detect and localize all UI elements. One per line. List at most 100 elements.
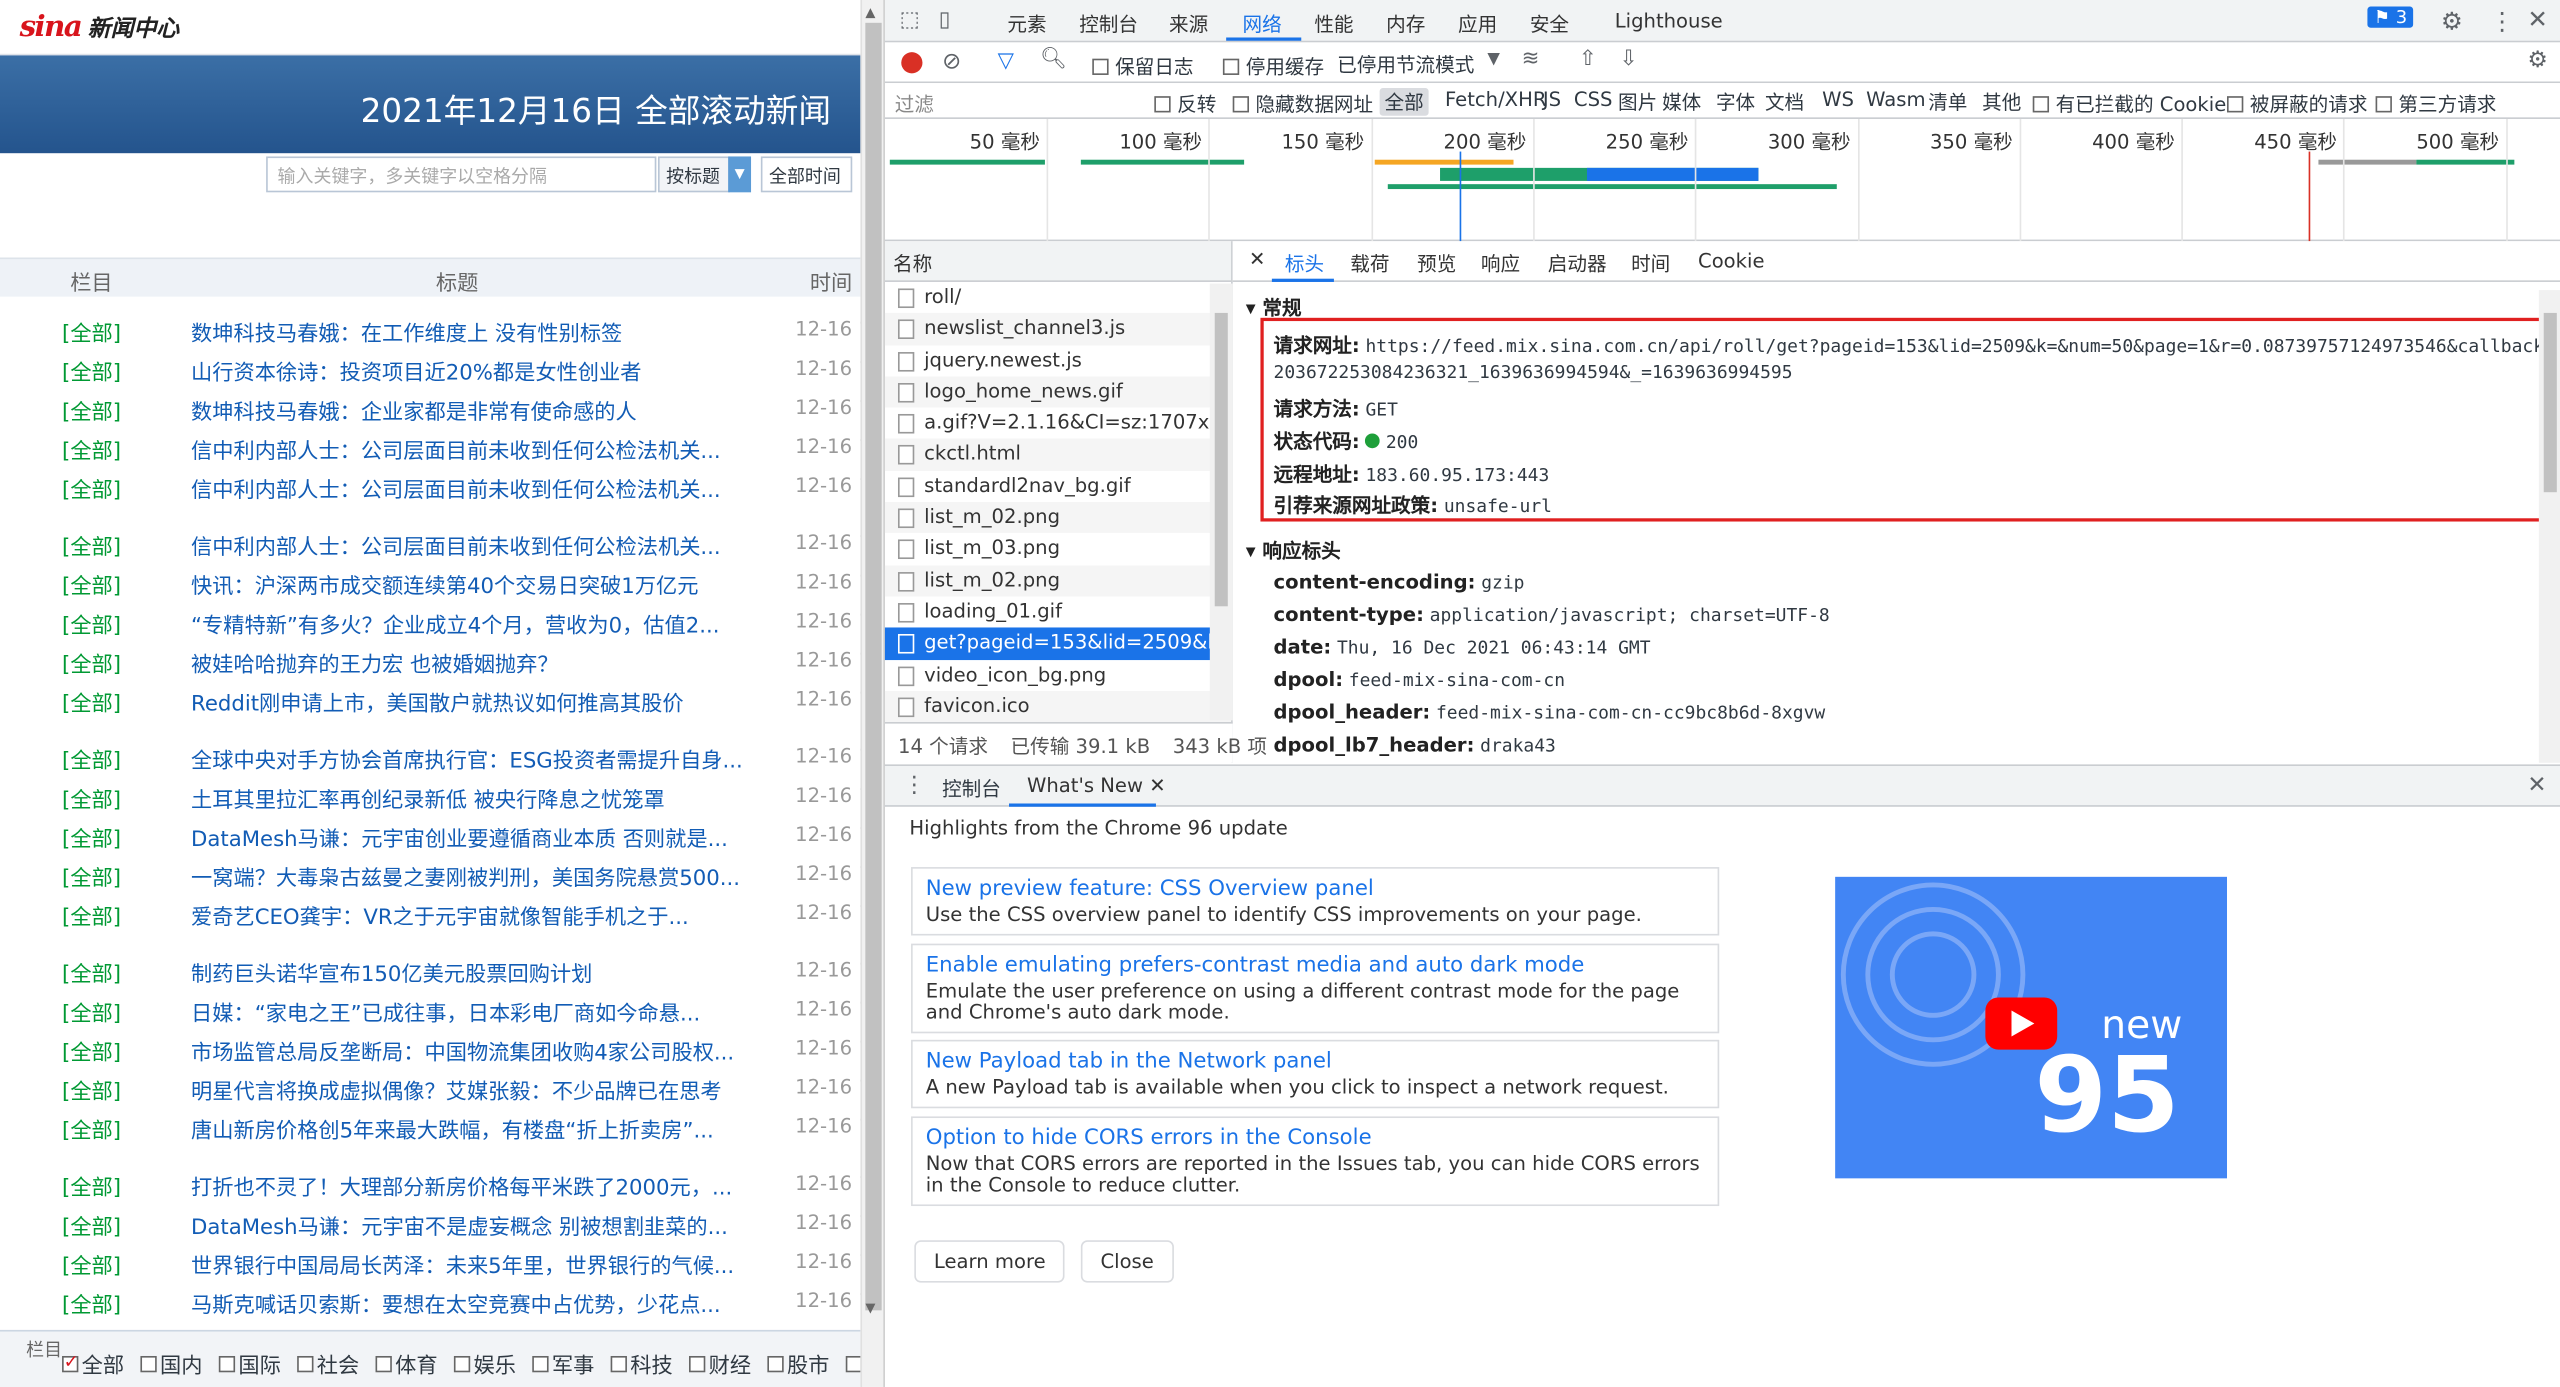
news-category[interactable]: [全部] (62, 1288, 121, 1318)
devtools-tab[interactable]: 元素 (1007, 10, 1046, 38)
news-title-link[interactable]: DataMesh马谦：元宇宙创业要遵循商业本质 否则就是... (191, 821, 746, 852)
news-category[interactable]: [全部] (62, 900, 121, 930)
category-checkbox[interactable]: 科技 (610, 1348, 673, 1379)
news-category[interactable]: [全部] (62, 686, 121, 717)
news-title-link[interactable]: DataMesh马谦：元宇宙不是虚妄概念 别被想割韭菜的... (191, 1209, 746, 1240)
blocked-cookies-checkbox[interactable]: 有已拦截的 Cookie (2032, 90, 2226, 118)
gear-icon[interactable]: ⚙ (2441, 7, 2463, 36)
feature-card[interactable]: Enable emulating prefers-contrast media … (911, 943, 1720, 1034)
news-title-link[interactable]: 全球中央对手方协会首席执行官：ESG投资者需提升自身... (191, 743, 746, 774)
blocked-requests-checkbox[interactable]: 被屏蔽的请求 (2227, 90, 2367, 118)
category-checkbox[interactable]: 国际 (218, 1348, 281, 1379)
feature-card[interactable]: New Payload tab in the Network panel A ne… (911, 1039, 1720, 1109)
issues-badge[interactable]: ⚑ 3 (2367, 6, 2414, 28)
close-tab-icon[interactable]: ✕ (1149, 774, 1165, 797)
filter-type-button[interactable]: CSS (1569, 88, 1617, 111)
drawer-tab-whats-new[interactable]: What's New ✕ (1027, 774, 1166, 797)
news-category[interactable]: [全部] (62, 647, 121, 678)
chevron-down-icon[interactable]: ▼ (1487, 51, 1500, 69)
clear-icon[interactable]: ⊘ (942, 49, 961, 75)
third-party-checkbox[interactable]: 第三方请求 (2375, 90, 2496, 118)
news-title-link[interactable]: 快讯：沪深两市成交额连续第40个交易日突破1万亿元 (191, 569, 746, 599)
feature-card[interactable]: New preview feature: CSS Overview panel U… (911, 867, 1720, 936)
news-category[interactable]: [全部] (62, 782, 121, 813)
scrollbar-thumb[interactable] (865, 22, 882, 1311)
request-row[interactable]: standardl2nav_bg.gif (885, 471, 1231, 502)
drawer-tab-console[interactable]: 控制台 (942, 774, 1001, 802)
time-filter-select[interactable]: 全部时间 (760, 156, 853, 193)
checkbox-icon[interactable] (297, 1355, 314, 1372)
news-title-link[interactable]: 马斯克喊话贝索斯：要想在太空竞赛中占优势，少花点... (191, 1288, 746, 1318)
header-value[interactable]: draka43 (1480, 735, 1556, 756)
category-checkbox[interactable]: 财经 (688, 1348, 751, 1379)
checkbox-icon[interactable] (140, 1355, 157, 1372)
hide-data-urls-checkbox[interactable]: 隐藏数据网址 (1232, 90, 1373, 118)
close-detail-icon[interactable]: ✕ (1249, 248, 1265, 271)
export-har-icon[interactable]: ⇩ (1620, 47, 1638, 71)
request-row[interactable]: list_m_02.png (884, 502, 1232, 534)
close-button[interactable]: Close (1080, 1240, 1174, 1283)
news-category[interactable]: [全部] (62, 1248, 121, 1279)
news-category[interactable]: [全部] (62, 394, 121, 425)
filter-type-button[interactable]: Wasm (1861, 88, 1930, 111)
checkbox-icon[interactable] (610, 1355, 627, 1372)
news-category[interactable]: [全部] (62, 996, 121, 1026)
page-scrollbar[interactable]: ▲ ▼ (860, 0, 884, 1387)
news-category[interactable]: [全部] (62, 434, 121, 464)
filter-input[interactable]: 过滤 (895, 90, 934, 118)
category-checkbox[interactable]: 全部 (62, 1348, 124, 1379)
filter-type-button[interactable]: JS (1538, 88, 1566, 111)
search-mode-select[interactable]: 按标题 (657, 156, 730, 193)
header-value[interactable]: Thu, 16 Dec 2021 06:43:14 GMT (1337, 637, 1651, 658)
chevron-down-icon[interactable]: ▼ (728, 156, 752, 193)
news-category[interactable]: [全部] (62, 743, 121, 774)
feature-card[interactable]: Option to hide CORS errors in the Consol… (911, 1116, 1720, 1207)
news-title-link[interactable]: 制药巨头诺华宣布150亿美元股票回购计划 (191, 957, 746, 987)
feature-title-link[interactable]: Enable emulating prefers-contrast media … (926, 953, 1705, 977)
news-title-link[interactable]: 市场监管总局反垄断局：中国物流集团收购4家公司股权... (191, 1035, 746, 1065)
news-title-link[interactable]: 信中利内部人士：公司层面目前未收到任何公检法机关... (191, 530, 746, 560)
news-category[interactable]: [全部] (62, 821, 121, 852)
news-category[interactable]: [全部] (62, 473, 121, 503)
checkbox-icon[interactable] (532, 1355, 549, 1372)
news-category[interactable]: [全部] (62, 316, 121, 347)
news-title-link[interactable]: 数坤科技马春娥：在工作维度上 没有性别标签 (191, 316, 746, 347)
request-row[interactable]: jquery.newest.js (885, 345, 1231, 376)
checkbox-icon[interactable] (767, 1355, 784, 1372)
request-url-value[interactable]: https://feed.mix.sina.com.cn/api/roll/ge… (1365, 336, 2560, 357)
news-category[interactable]: [全部] (62, 530, 121, 560)
news-title-link[interactable]: 世界银行中国局局长芮泽：未来5年里，世界银行的气候... (191, 1248, 746, 1279)
category-checkbox[interactable]: 美 (845, 1348, 861, 1379)
detail-tab[interactable]: 响应 (1481, 249, 1520, 277)
request-row[interactable]: newslist_channel3.js (884, 313, 1232, 345)
scroll-down-icon[interactable]: ▼ (865, 1301, 875, 1316)
news-title-link[interactable]: 一窝端？大毒枭古兹曼之妻刚被判刑，美国务院悬赏500... (191, 861, 746, 891)
request-row[interactable]: loading_01.gif (885, 596, 1231, 627)
request-row[interactable]: list_m_03.png (885, 534, 1231, 565)
checkbox-icon[interactable] (62, 1350, 79, 1371)
close-drawer-icon[interactable]: ✕ (2527, 773, 2546, 799)
network-conditions-icon[interactable]: ≋ (1522, 47, 1540, 71)
devtools-tab[interactable]: 网络 (1242, 10, 1281, 38)
news-category[interactable]: [全部] (62, 1035, 121, 1065)
news-category[interactable]: [全部] (62, 1209, 121, 1240)
header-value[interactable]: gzip (1481, 572, 1524, 593)
news-title-link[interactable]: Reddit刚申请上市，美国散户就热议如何推高其股价 (191, 686, 746, 717)
disable-cache-checkbox[interactable]: 停用缓存 (1222, 52, 1324, 80)
preserve-log-checkbox[interactable]: 保留日志 (1092, 52, 1194, 80)
header-value[interactable]: feed-mix-sina-com-cn (1349, 670, 1565, 691)
checkbox-icon[interactable] (375, 1355, 392, 1372)
more-options-icon[interactable]: ⋮ (2490, 7, 2514, 36)
news-title-link[interactable]: 信中利内部人士：公司层面目前未收到任何公检法机关... (191, 473, 746, 503)
close-icon[interactable]: ✕ (2527, 5, 2548, 34)
news-title-link[interactable]: 山行资本徐诗：投资项目近20%都是女性创业者 (191, 355, 746, 386)
header-value[interactable]: application/javascript; charset=UTF-8 (1430, 605, 1830, 626)
news-title-link[interactable]: 明星代言将换成虚拟偶像？艾媒张毅：不少品牌已在思考 (191, 1074, 746, 1105)
filter-type-button[interactable]: 其他 (1977, 88, 2026, 116)
news-category[interactable]: [全部] (62, 1170, 121, 1201)
request-row[interactable]: list_m_02.png (884, 565, 1232, 597)
devtools-tab[interactable]: 性能 (1314, 10, 1353, 38)
news-category[interactable]: [全部] (62, 355, 121, 386)
request-row[interactable]: a.gif?V=2.1.16&CI=sz:1707x1067|dp (885, 408, 1231, 439)
checkbox-icon[interactable] (845, 1355, 861, 1372)
